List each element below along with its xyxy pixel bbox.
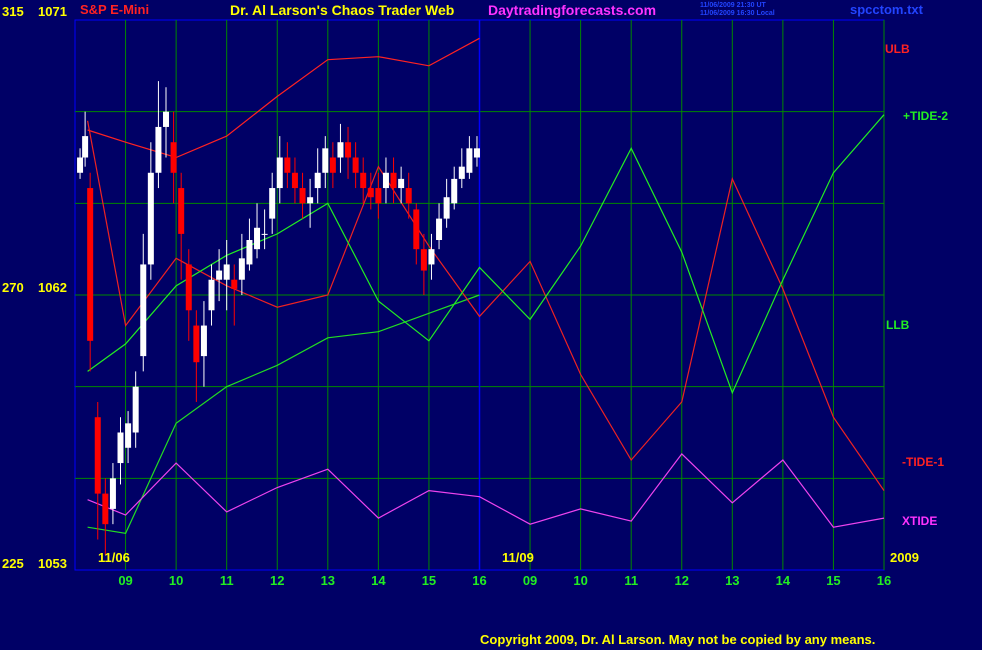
price-bar-body [413, 209, 420, 250]
price-bar-body [140, 264, 147, 357]
price-bar-body [405, 188, 412, 204]
price-bar-body [193, 325, 200, 363]
price-bar-body [269, 188, 276, 219]
x-tick-label: 11 [220, 573, 234, 588]
x-tick-label: 15 [826, 573, 840, 588]
price-bar-body [94, 417, 101, 494]
year-label: 2009 [890, 550, 919, 565]
date-label-day2: 11/09 [502, 550, 534, 565]
xtide-label: XTIDE [902, 514, 938, 528]
price-bar-body [428, 249, 435, 265]
series-line-xtide [87, 452, 885, 528]
price-bar-body [238, 258, 245, 280]
series-line-tide-1 [87, 120, 885, 491]
price-bar-body [261, 233, 268, 235]
x-tick-label: 14 [371, 573, 386, 588]
price-bar-body [208, 279, 215, 311]
price-bar-body [390, 172, 397, 189]
price-bar-body [299, 188, 306, 204]
price-bar-body [284, 157, 291, 173]
x-tick-label: 10 [573, 573, 587, 588]
tide2-label: +TIDE-2 [903, 109, 949, 123]
chart-title: Dr. Al Larson's Chaos Trader Web [230, 2, 455, 18]
price-bar-body [329, 157, 336, 173]
price-bar-body [360, 172, 367, 189]
price-bar-body [77, 157, 84, 173]
price-bar-body [337, 142, 344, 158]
y-axis-field-bottom: 225 [2, 556, 24, 571]
price-bar-body [345, 142, 352, 158]
price-bar-body [246, 240, 253, 265]
x-tick-label: 13 [725, 573, 739, 588]
x-tick-label: 12 [270, 573, 284, 588]
copyright-text: Copyright 2009, Dr. Al Larson. May not b… [480, 632, 876, 647]
price-bar-body [436, 218, 443, 240]
x-tick-label: 15 [422, 573, 436, 588]
price-bar-body [473, 148, 480, 158]
price-bar-body [147, 172, 154, 265]
price-bar-body [458, 166, 465, 179]
y-axis-price-mid: 1062 [38, 280, 67, 295]
series-line-tide-2 [87, 114, 885, 395]
price-bar-body [102, 493, 109, 525]
chaos-trader-chart: 09 10 11 12 13 14 15 16 09 10 11 12 13 14 15 16 [74, 19, 891, 588]
price-bar-body [132, 386, 139, 433]
x-tick-label: 09 [118, 573, 132, 588]
price-bar-body [87, 188, 94, 341]
price-bar-body [367, 188, 374, 198]
x-tick-label: 10 [169, 573, 183, 588]
x-tick-label: 13 [321, 573, 335, 588]
price-bar-body [163, 111, 170, 127]
price-bar-body [223, 264, 230, 280]
price-bar-body [185, 264, 192, 311]
price-bar-body [291, 172, 298, 189]
price-bar-body [276, 157, 283, 189]
file-label: spcctom.txt [850, 2, 923, 17]
price-bar-body [420, 249, 427, 271]
timestamp-ut: 11/06/2009 21:30 UT [700, 2, 766, 9]
price-bar-body [352, 157, 359, 173]
x-tick-label: 09 [523, 573, 537, 588]
price-bar-body [109, 478, 116, 509]
price-bar-body [231, 279, 238, 289]
price-bar-body [178, 188, 185, 234]
price-bar-body [382, 172, 389, 189]
y-axis-field-mid: 270 [2, 280, 24, 295]
price-bar-body [466, 148, 473, 173]
site-label: Daytradingforecasts.com [488, 2, 657, 18]
price-bar-body [443, 197, 450, 219]
series-line-ulb [87, 37, 480, 159]
price-bar-body [314, 172, 321, 189]
price-bar-body [375, 188, 382, 204]
price-bar-body [216, 270, 223, 280]
x-tick-label: 16 [877, 573, 891, 588]
ulb-label: ULB [885, 42, 910, 56]
price-bar-body [117, 432, 124, 464]
price-bar-body [125, 423, 132, 448]
timestamp-local: 11/06/2009 16:30 Local [700, 10, 775, 17]
price-bar-body [398, 178, 405, 189]
price-bar-body [451, 178, 458, 204]
date-label-day1: 11/06 [98, 550, 130, 565]
llb-label: LLB [886, 318, 910, 332]
price-bar-body [82, 136, 89, 158]
price-bar-body [170, 142, 177, 173]
x-tick-label: 12 [675, 573, 689, 588]
instrument-label: S&P E-Mini [80, 2, 150, 17]
price-bar-body [307, 197, 314, 204]
price-bar-body [254, 227, 261, 250]
y-axis-field-top: 315 [2, 4, 24, 19]
y-axis-price-bottom: 1053 [38, 556, 67, 571]
x-tick-label: 14 [776, 573, 791, 588]
x-tick-label: 11 [624, 573, 638, 588]
y-axis-price-top: 1071 [38, 4, 67, 19]
tide1-label: -TIDE-1 [902, 455, 944, 469]
x-tick-label: 16 [472, 573, 486, 588]
price-bar-body [155, 126, 162, 173]
price-bar-body [322, 148, 329, 173]
price-bar-body [200, 325, 207, 357]
series-line-llb [87, 294, 480, 534]
